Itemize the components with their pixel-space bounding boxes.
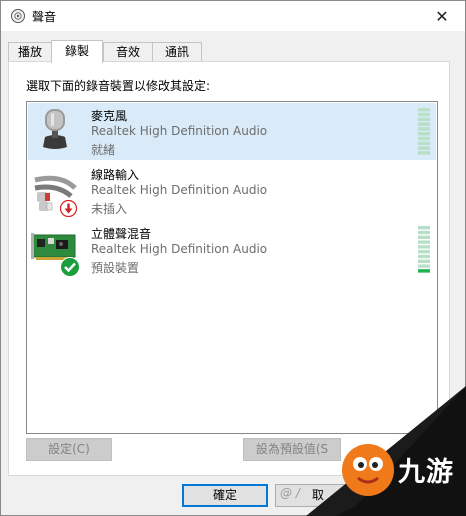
window-title: 聲音 xyxy=(32,10,57,24)
device-name: 立體聲混音 xyxy=(91,227,152,241)
microphone-icon xyxy=(43,109,67,149)
device-name: 麥克風 xyxy=(91,109,128,123)
level-meter xyxy=(418,226,430,273)
watermark-logo-text: 九游 xyxy=(398,457,454,488)
level-meter-segment xyxy=(418,112,430,117)
configure-button[interactable]: 設定(C) xyxy=(26,438,112,461)
device-row-line-in[interactable]: 線路輸入 Realtek High Definition Audio 未插入 xyxy=(28,162,436,219)
tab-label: 播放 xyxy=(17,45,42,59)
level-meter-segment xyxy=(418,254,430,259)
level-meter-segment xyxy=(418,146,430,150)
level-meter-segment xyxy=(418,230,430,235)
default-check-icon xyxy=(60,257,80,277)
tab-communications[interactable]: 通訊 xyxy=(152,42,202,62)
tab-label: 通訊 xyxy=(164,45,189,59)
unplugged-arrow-icon xyxy=(60,200,77,217)
tab-label: 錄製 xyxy=(64,44,89,58)
level-meter-segment xyxy=(418,141,430,145)
speaker-icon xyxy=(11,9,25,23)
level-meter-segment xyxy=(418,108,430,112)
ok-button[interactable]: 確定 xyxy=(182,484,268,507)
device-driver: Realtek High Definition Audio xyxy=(91,183,268,197)
level-meter-segment xyxy=(418,117,430,121)
level-meter-segment xyxy=(418,250,430,254)
level-meter-segment xyxy=(418,269,430,273)
tab-playback[interactable]: 播放 xyxy=(8,42,52,62)
close-icon: ✕ xyxy=(435,6,449,26)
device-row-microphone[interactable]: 麥克風 Realtek High Definition Audio 就緒 xyxy=(28,103,436,160)
close-button[interactable]: ✕ xyxy=(419,1,465,31)
device-name: 線路輸入 xyxy=(91,168,140,182)
tab-sounds[interactable]: 音效 xyxy=(103,42,153,62)
level-meter-segment xyxy=(418,132,430,136)
level-meter-segment xyxy=(418,122,430,126)
level-meter-segment xyxy=(418,240,430,244)
device-status: 預設裝置 xyxy=(91,261,140,275)
instruction-text: 選取下面的錄音裝置以修改其設定: xyxy=(26,79,211,93)
title-bar: 聲音 ✕ xyxy=(1,1,465,31)
watermark-small-text: @ / xyxy=(280,486,300,500)
device-status: 未插入 xyxy=(91,202,128,216)
tab-recording[interactable]: 錄製 xyxy=(51,40,103,63)
level-meter-segment xyxy=(418,127,430,131)
level-meter-segment xyxy=(418,245,430,249)
level-meter-segment xyxy=(418,259,430,263)
device-list[interactable]: 麥克風 Realtek High Definition Audio 就緒 線路輸… xyxy=(26,101,438,434)
level-meter-segment xyxy=(418,226,430,230)
level-meter-segment xyxy=(418,235,430,239)
level-meter xyxy=(418,108,430,155)
device-row-stereo-mix[interactable]: 立體聲混音 Realtek High Definition Audio 預設裝置 xyxy=(28,221,436,278)
tab-label: 音效 xyxy=(115,45,140,59)
device-driver: Realtek High Definition Audio xyxy=(91,242,268,256)
level-meter-segment xyxy=(418,151,430,155)
level-meter-segment xyxy=(418,264,430,268)
device-driver: Realtek High Definition Audio xyxy=(91,124,268,138)
level-meter-segment xyxy=(418,136,430,141)
device-status: 就緒 xyxy=(91,143,116,157)
